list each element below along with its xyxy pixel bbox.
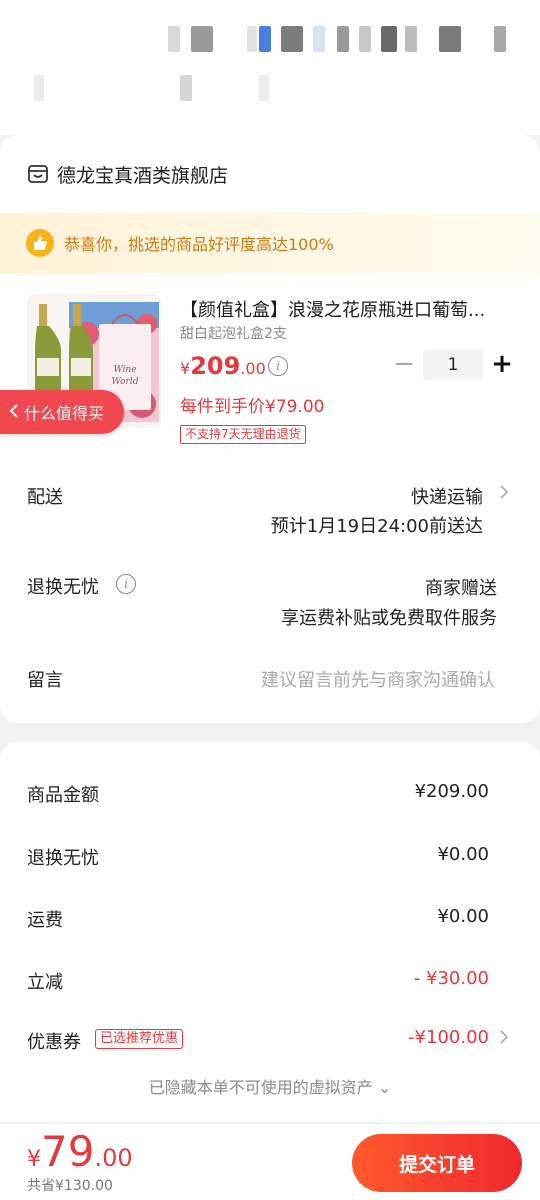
hidden-assets-toggle[interactable]: 已隐藏本单不可使用的虚拟资产 ⌄ <box>0 1074 540 1098</box>
status-blur <box>405 26 417 52</box>
submit-order-button[interactable]: 提交订单 <box>352 1134 522 1192</box>
unit-final-price: 每件到手价¥79.00 <box>180 397 325 417</box>
coupon-label: 优惠券 <box>27 1032 81 1053</box>
praise-text: 恭喜你，挑选的商品好评度高达100% <box>64 235 334 254</box>
store-row[interactable]: 德龙宝真酒类旗舰店 <box>27 158 228 190</box>
status-blur <box>247 26 257 52</box>
store-name: 德龙宝真酒类旗舰店 <box>57 164 229 187</box>
product-spec[interactable]: 甜白起泡礼盒2支 <box>180 323 287 343</box>
shipping-value: ¥0.00 <box>437 906 489 927</box>
coupon-value[interactable]: -¥100.00 <box>408 1027 489 1048</box>
total-price: ¥ 79 .00 <box>27 1128 133 1176</box>
price-integer: 209 <box>190 352 241 380</box>
total-symbol: ¥ <box>27 1147 41 1172</box>
coupon-tag: 已选推荐优惠 <box>95 1029 184 1049</box>
status-blur <box>259 26 271 52</box>
delivery-method[interactable]: 快递运输 <box>411 483 483 509</box>
return-service-desc: 享运费补贴或免费取件服务 <box>281 608 497 629</box>
status-blur <box>381 26 397 52</box>
status-blur <box>259 75 269 101</box>
delivery-eta: 预计1月19日24:00前送达 <box>270 516 483 537</box>
quantity-increase-button[interactable]: + <box>490 351 514 377</box>
price-decimal: .00 <box>240 359 266 378</box>
status-blur <box>180 75 192 101</box>
status-bar <box>0 0 540 135</box>
return-info-icon[interactable]: i <box>116 574 136 594</box>
return-fee-label: 退换无忧 <box>27 848 99 869</box>
shipping-label: 运费 <box>27 910 63 931</box>
status-blur <box>281 26 303 52</box>
discount-label: 立减 <box>27 972 63 993</box>
message-label: 留言 <box>27 670 63 691</box>
delivery-label: 配送 <box>27 487 63 508</box>
quantity-decrease-button[interactable]: − <box>393 351 415 377</box>
no-return-badge: 不支持7天无理由退货 <box>180 425 306 444</box>
discount-value: - ¥30.00 <box>413 968 489 989</box>
total-decimal: .00 <box>94 1144 133 1172</box>
message-input[interactable]: 建议留言前先与商家沟通确认 <box>261 666 495 692</box>
status-blur <box>439 26 461 52</box>
quantity-input[interactable]: 1 <box>423 350 483 380</box>
status-blur <box>313 26 325 52</box>
product-price: ¥ 209 .00 <box>180 352 266 380</box>
chevron-right-icon[interactable] <box>499 1029 509 1049</box>
status-blur <box>494 26 506 52</box>
return-service-label: 退换无忧 <box>27 577 99 598</box>
price-symbol: ¥ <box>180 359 191 378</box>
return-service-value: 商家赠送 <box>425 578 497 599</box>
chevron-left-icon <box>8 403 20 422</box>
chevron-right-icon[interactable] <box>499 484 509 504</box>
store-icon <box>27 163 49 185</box>
status-blur <box>168 26 180 52</box>
worth-buying-label: 什么值得买 <box>24 404 105 423</box>
product-title[interactable]: 【颜值礼盒】浪漫之花原瓶进口葡萄... <box>180 296 510 322</box>
status-blur <box>337 26 349 52</box>
return-fee-value: ¥0.00 <box>437 844 489 865</box>
price-info-icon[interactable]: i <box>268 356 288 376</box>
goods-amount-label: 商品金额 <box>27 785 99 806</box>
status-blur <box>359 26 371 52</box>
box-text: Wine <box>113 365 136 375</box>
saved-amount: 共省¥130.00 <box>27 1178 113 1194</box>
worth-buying-tag[interactable]: 什么值得买 <box>0 390 124 434</box>
status-blur <box>34 75 44 101</box>
status-blur <box>191 26 213 52</box>
thumbs-up-icon <box>26 229 54 257</box>
goods-amount-value: ¥209.00 <box>414 781 489 802</box>
box-text: World <box>112 377 139 387</box>
total-integer: 79 <box>41 1127 95 1176</box>
praise-banner: 恭喜你，挑选的商品好评度高达100% <box>0 213 540 273</box>
